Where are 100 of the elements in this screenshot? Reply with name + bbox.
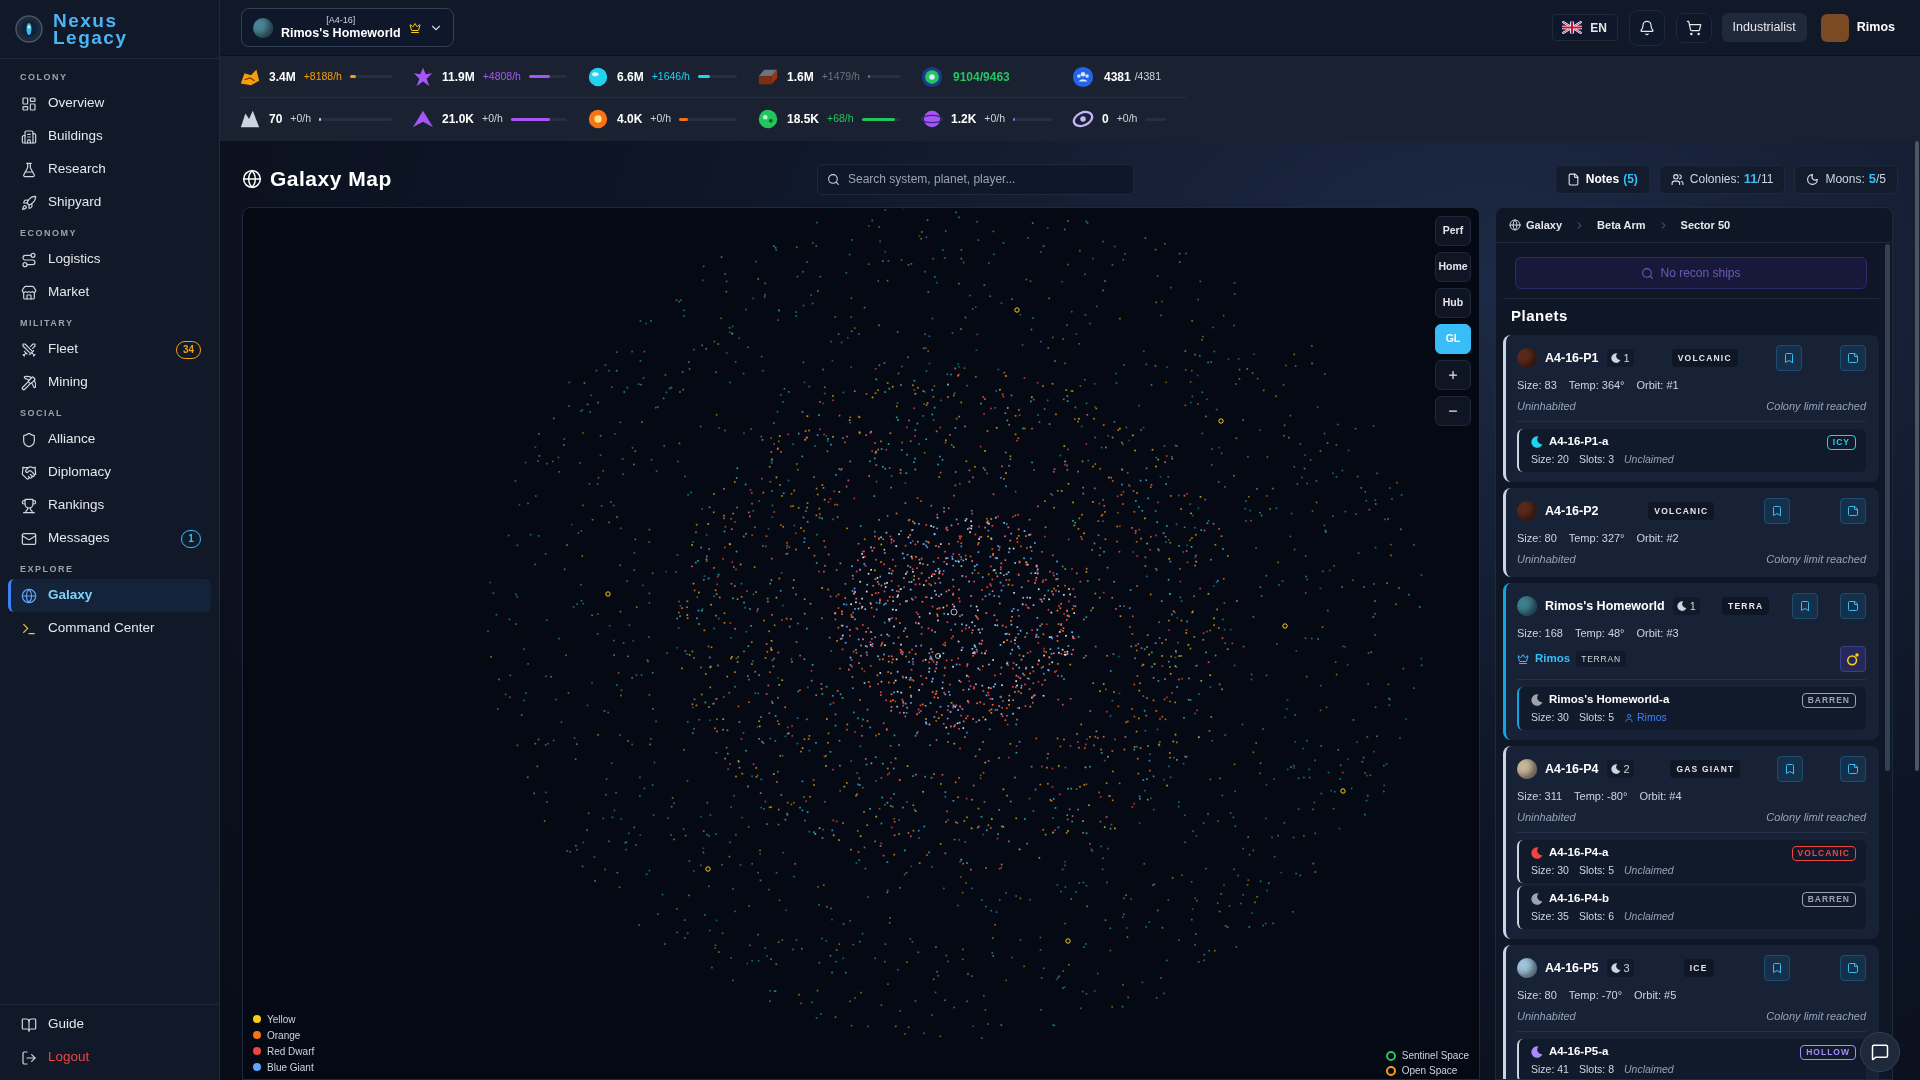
nav-item[interactable]: Research [8, 153, 211, 186]
nav-item[interactable]: Shipyard [8, 186, 211, 219]
bookmark-button[interactable] [1764, 498, 1791, 524]
note-icon [1846, 600, 1859, 612]
planet-card[interactable]: A4-16-P1 1 VOLCANIC Size: 83 Temp: 364° Orbit: #1 Uninhabited Colony limit reached A4-16-P1-a ICY Size: 20 Slots: 3 Unclaimed [1503, 335, 1879, 482]
notifications-button[interactable] [1628, 9, 1665, 46]
population-value: 4381 [1104, 68, 1131, 86]
scrollbar[interactable] [1885, 244, 1890, 771]
planet-temperature: Temp: 364° [1568, 377, 1625, 393]
moon-card[interactable]: A4-16-P5-a HOLLOW Size: 41 Slots: 8 Unclaimed [1517, 1039, 1866, 1079]
moon-size: Size: 30 [1531, 862, 1569, 878]
route-icon [21, 251, 37, 268]
shield-icon [21, 431, 37, 448]
moon-icon [1610, 353, 1621, 363]
note-button[interactable] [1839, 593, 1866, 619]
nav-item[interactable]: Fleet 34 [8, 333, 211, 366]
moon-card[interactable]: A4-16-P1-a ICY Size: 20 Slots: 3 Unclaimed [1517, 429, 1866, 472]
planet-size: Size: 168 [1517, 625, 1563, 641]
planet-card[interactable]: A4-16-P2 VOLCANIC Size: 80 Temp: 327° Orbit: #2 Uninhabited Colony limit reached [1503, 488, 1879, 577]
crown-icon [1517, 653, 1529, 665]
moon-count: 1 [1623, 350, 1630, 366]
planet-orbit: Orbit: #5 [1634, 987, 1677, 1003]
legend-label: Orange [267, 1028, 301, 1043]
moon-count: 3 [1623, 960, 1630, 976]
planet-name: A4-16-P1 [1545, 349, 1599, 367]
colony-selector[interactable]: [A4-16] Rimos's Homeworld [241, 8, 454, 47]
nav-item[interactable]: Diplomacy [8, 456, 211, 489]
resource-rate: +0/h [650, 111, 672, 127]
note-button[interactable] [1839, 955, 1866, 981]
player-title: Industrialist [1721, 13, 1807, 42]
bookmark-button[interactable] [1777, 756, 1804, 782]
pickaxe-icon [21, 374, 37, 391]
nav-item[interactable]: Command Center [8, 612, 211, 645]
scrollbar[interactable] [1915, 141, 1919, 771]
mail-icon [21, 530, 37, 547]
planet-card[interactable]: Rimos's Homeworld 1 TERRA Size: 168 Temp: 48° Orbit: #3 Rimos TERRAN Rimos's Homeworld-a BARREN Size: 30 Slots: 5 Rimos [1503, 583, 1879, 740]
colony-limit-note: Colony limit reached [1766, 809, 1866, 825]
nav-item[interactable]: Guide [8, 1008, 211, 1041]
moon-card[interactable]: A4-16-P4-a VOLCANIC Size: 30 Slots: 5 Unclaimed [1517, 840, 1866, 883]
search-field[interactable]: Search system, planet, player... [817, 163, 1134, 195]
bookmark-button[interactable] [1763, 955, 1790, 981]
breadcrumb-link[interactable]: Beta Arm [1597, 216, 1646, 234]
resource-amount: 1.6M [787, 68, 814, 86]
logout-link[interactable]: Logout [8, 1041, 211, 1074]
moon-size: Size: 35 [1531, 908, 1569, 924]
bookmark-button[interactable] [1775, 345, 1802, 371]
planet-name: Rimos's Homeworld [1545, 597, 1665, 615]
nav-item[interactable]: Messages 1 [8, 522, 211, 555]
colony-limit-note: Colony limit reached [1766, 1008, 1866, 1024]
breadcrumb-link[interactable]: Galaxy [1509, 216, 1563, 234]
nav-item[interactable]: Galaxy [8, 579, 211, 612]
nav-item[interactable]: Buildings [8, 120, 211, 153]
ring-button[interactable] [1840, 646, 1866, 672]
nav-item[interactable]: Alliance [8, 423, 211, 456]
resource-rate: +0/h [984, 111, 1006, 127]
count-badge: 34 [175, 340, 201, 359]
nav-item[interactable]: Logistics [8, 243, 211, 276]
nav-item[interactable]: Rankings [8, 489, 211, 522]
bookmark-button[interactable] [1791, 593, 1818, 619]
note-button[interactable] [1840, 498, 1866, 524]
crown-icon [408, 21, 421, 34]
user-name: Rimos [1856, 19, 1895, 37]
planet-type: ICE [1683, 959, 1714, 977]
planet-size: Size: 311 [1517, 788, 1563, 804]
nav-item[interactable]: Overview [8, 87, 211, 120]
moon-icon [1610, 764, 1621, 774]
planet-temperature: Temp: 48° [1574, 625, 1625, 641]
note-button[interactable] [1840, 756, 1866, 782]
moon-slots: Slots: 6 [1578, 908, 1614, 925]
logo-icon [15, 15, 43, 43]
zoom-in-button[interactable] [1435, 360, 1471, 390]
map-view-button[interactable]: Perf [1435, 216, 1471, 246]
map-view-button[interactable]: Hub [1435, 288, 1471, 318]
avatar-placeholder [1820, 13, 1849, 42]
planet-size: Size: 80 [1517, 530, 1557, 546]
race-label: TERRAN [1576, 651, 1626, 667]
map-view-button[interactable]: Home [1435, 252, 1471, 282]
resource-rate: +4808/h [482, 68, 521, 84]
moon-owner[interactable]: Rimos [1637, 709, 1667, 726]
nav-item[interactable]: Mining [8, 366, 211, 399]
moon-card[interactable]: Rimos's Homeworld-a BARREN Size: 30 Slots: 5 Rimos [1517, 687, 1866, 730]
language-button[interactable]: EN [1551, 14, 1618, 41]
habitation-status: Uninhabited [1517, 809, 1576, 825]
stat-button[interactable]: Moons: 5/5 [1794, 164, 1898, 194]
resource-rate: +68/h [827, 111, 854, 127]
note-button[interactable] [1840, 345, 1866, 371]
planet-temperature: Temp: 327° [1568, 530, 1625, 546]
habitation-status: Uninhabited [1517, 398, 1576, 414]
planet-orbit: Orbit: #4 [1639, 788, 1682, 804]
owner-name[interactable]: Rimos [1535, 650, 1571, 668]
planet-card[interactable]: A4-16-P5 3 ICE Size: 80 Temp: -70° Orbit: #5 Uninhabited Colony limit reached A4-16-P5-a HOLLOW Size: 41 Slots: 8 Unclaimed [1503, 945, 1879, 1079]
globe-icon [21, 587, 37, 604]
planet-card[interactable]: A4-16-P4 2 GAS GIANT Size: 311 Temp: -80° Orbit: #4 Uninhabited Colony limit reached A4-16-P4-a VOLCANIC Size: 30 Slots: 5 Unclaimed A4-16-P4-b BARREN Size: 35 Slots: 6 Unclaimed [1503, 746, 1879, 939]
stat-button[interactable]: Colonies: 11/11 [1658, 164, 1786, 194]
resource-rate: +0/h [290, 111, 312, 127]
moon-name: A4-16-P1-a [1549, 434, 1609, 450]
stat-button[interactable]: Notes (5) [1554, 164, 1650, 194]
nav-item[interactable]: Market [8, 276, 211, 309]
cart-button[interactable] [1675, 12, 1712, 43]
moon-card[interactable]: A4-16-P4-b BARREN Size: 35 Slots: 6 Unclaimed [1517, 886, 1866, 929]
